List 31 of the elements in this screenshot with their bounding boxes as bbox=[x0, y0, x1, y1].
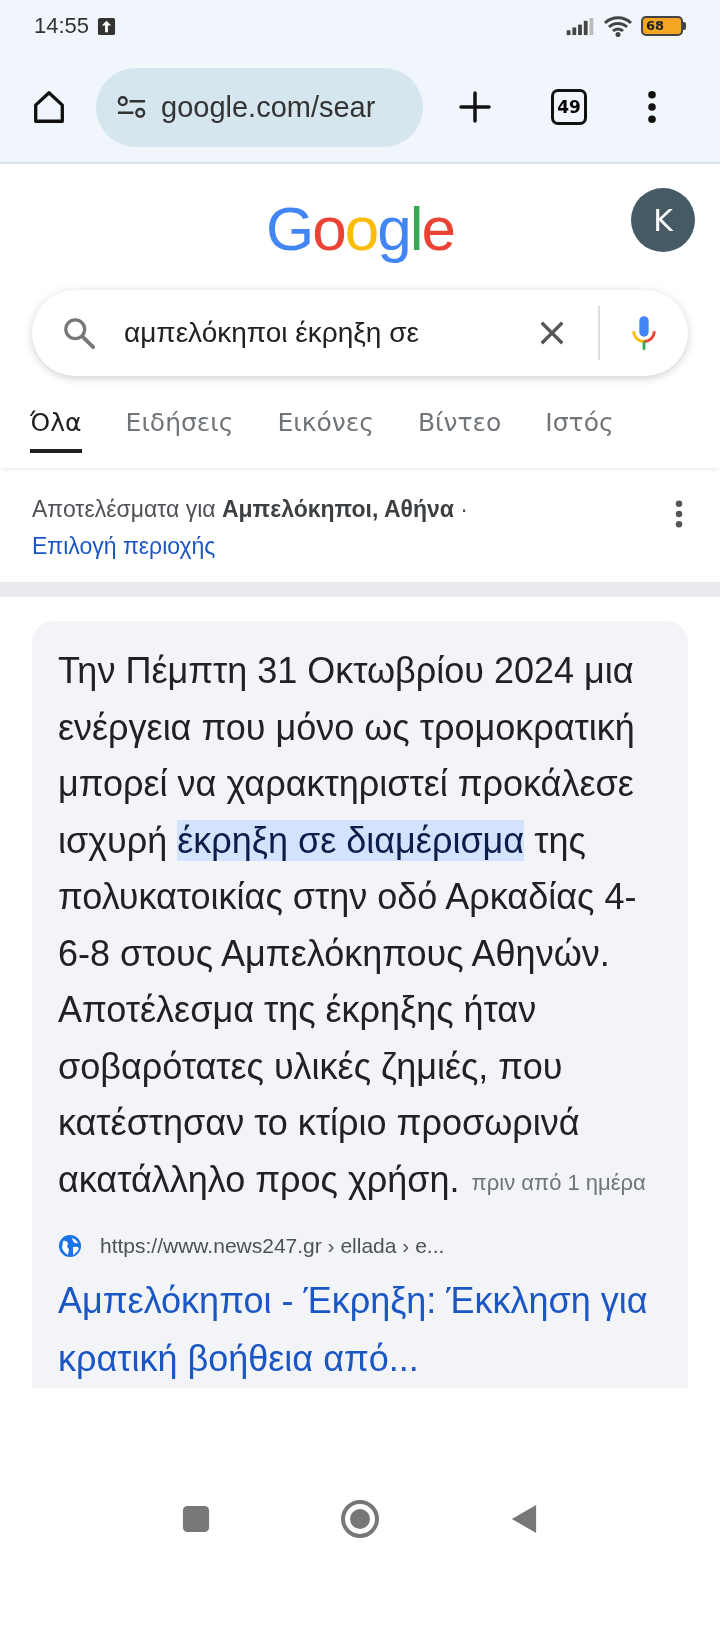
source-url: https://www.news247.gr › ellada › e... bbox=[100, 1234, 445, 1258]
search-field[interactable]: αμπελόκηποι έκρηξη σε bbox=[32, 290, 688, 376]
result-title-link[interactable]: Αμπελόκηποι - Έκρηξη: Έκκληση για κρατική βοήθεια από... bbox=[58, 1272, 666, 1388]
search-tab[interactable]: Εικόνες bbox=[277, 391, 374, 453]
site-settings-icon[interactable] bbox=[116, 95, 147, 119]
search-tab[interactable]: Βίντεο bbox=[417, 391, 502, 453]
wifi-icon bbox=[603, 15, 633, 37]
choose-area-link[interactable]: Επιλογή περιοχής bbox=[32, 533, 468, 560]
snippet-date: πριν από 1 ημέρα bbox=[471, 1170, 646, 1196]
new-tab-icon[interactable] bbox=[459, 91, 491, 123]
back-icon[interactable] bbox=[510, 1503, 538, 1535]
more-options-icon[interactable] bbox=[674, 500, 684, 528]
search-tab[interactable]: Ειδήσεις bbox=[125, 391, 234, 453]
address-bar[interactable]: google.com/sear bbox=[96, 67, 423, 147]
signal-icon bbox=[565, 16, 595, 36]
close-icon[interactable] bbox=[538, 319, 566, 347]
location-text: Αποτελέσματα για Αμπελόκηποι, Αθήνα · bbox=[32, 496, 468, 523]
home-button-icon[interactable] bbox=[340, 1499, 380, 1539]
upload-icon bbox=[97, 16, 117, 36]
tab-switcher-button[interactable]: 49 bbox=[551, 89, 587, 125]
search-tab[interactable]: Όλα bbox=[30, 391, 82, 453]
globe-icon bbox=[58, 1234, 82, 1258]
google-logo[interactable]: Google bbox=[266, 190, 454, 264]
battery-indicator: 68 bbox=[641, 16, 686, 36]
search-tab[interactable]: Ιστός bbox=[545, 391, 614, 453]
recent-apps-icon[interactable] bbox=[182, 1505, 210, 1533]
status-time: 14:55 bbox=[34, 13, 90, 39]
account-avatar[interactable]: K bbox=[631, 188, 695, 252]
search-icon bbox=[62, 316, 96, 350]
microphone-icon[interactable] bbox=[630, 314, 658, 352]
menu-icon[interactable] bbox=[647, 90, 657, 124]
